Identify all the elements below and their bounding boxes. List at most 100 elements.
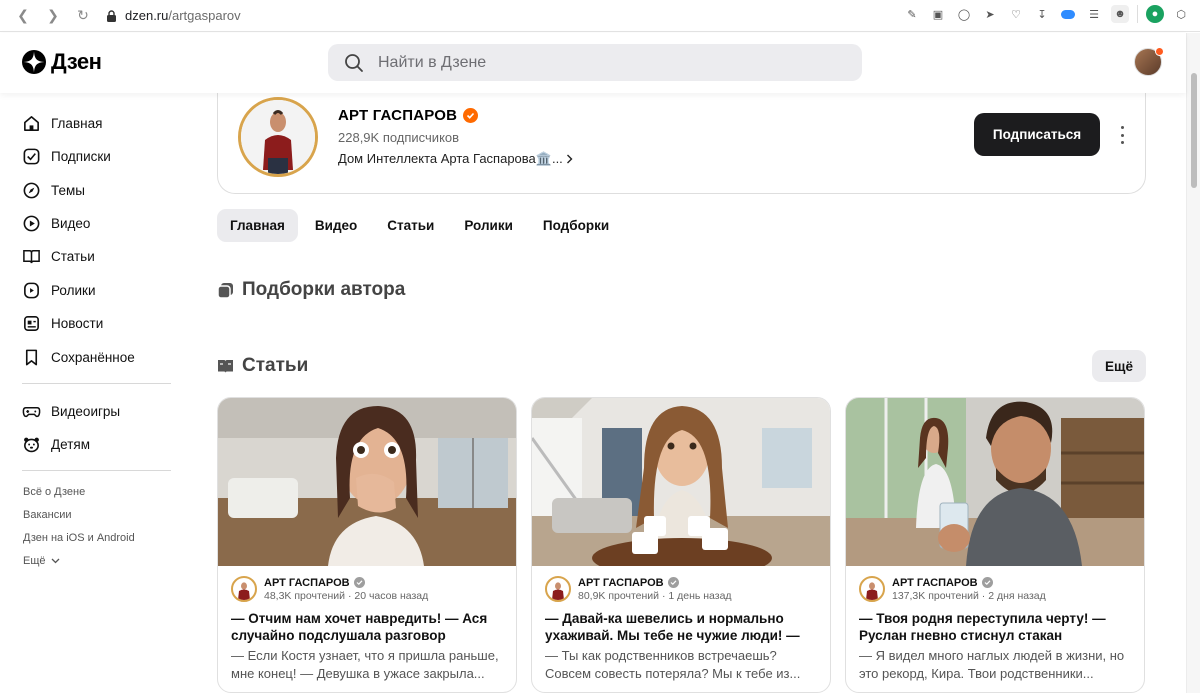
channel-description[interactable]: Дом Интеллекта Арта Гаспарова🏛️... xyxy=(338,151,573,167)
page-scrollbar[interactable] xyxy=(1186,33,1200,693)
article-meta: 137,3K прочтений · 2 дня назад xyxy=(892,589,1046,602)
article-author[interactable]: АРТ ГАСПАРОВ 137,3K прочтений · 2 дня на… xyxy=(859,576,1046,602)
sidebar-item-label: Видеоигры xyxy=(51,403,121,419)
forward-icon[interactable]: ❯ xyxy=(42,5,64,27)
edit-icon[interactable]: ✎ xyxy=(903,5,921,23)
sidebar-item-articles[interactable]: Статьи xyxy=(22,245,95,267)
settings-sliders-icon[interactable]: ☰ xyxy=(1085,5,1103,23)
shield-icon[interactable]: ◯ xyxy=(955,5,973,23)
subscribe-button[interactable]: Подписаться xyxy=(974,113,1100,156)
toolbar-divider xyxy=(1137,5,1138,23)
author-avatar xyxy=(545,576,571,602)
sidebar-item-saved[interactable]: Сохранённое xyxy=(22,346,135,368)
collections-title-text: Подборки автора xyxy=(242,279,406,300)
extension-icon[interactable]: ● xyxy=(1146,5,1164,23)
bookmark-icon xyxy=(25,349,38,365)
chevron-right-icon xyxy=(566,154,573,164)
author-name: АРТ ГАСПАРОВ xyxy=(578,576,664,589)
footer-link-about[interactable]: Всё о Дзене xyxy=(23,486,85,498)
channel-name-text: АРТ ГАСПАРОВ xyxy=(338,107,458,124)
sidebar-item-label: Темы xyxy=(51,182,85,198)
lock-icon xyxy=(107,9,116,22)
url-domain: dzen.ru xyxy=(125,8,169,23)
sidebar-item-label: Статьи xyxy=(51,248,95,264)
article-card[interactable]: АРТ ГАСПАРОВ 137,3K прочтений · 2 дня на… xyxy=(845,397,1145,693)
sidebar-divider xyxy=(22,383,171,384)
send-icon[interactable]: ➤ xyxy=(981,5,999,23)
profile-icon[interactable]: ☻ xyxy=(1111,5,1129,23)
sidebar-item-label: Новости xyxy=(51,315,104,331)
reload-icon[interactable]: ↻ xyxy=(72,5,94,27)
article-thumbnail xyxy=(846,398,1144,566)
article-thumbnail xyxy=(532,398,830,566)
search-icon xyxy=(345,53,363,72)
tab-articles[interactable]: Статьи xyxy=(374,209,447,242)
tab-main[interactable]: Главная xyxy=(217,209,298,242)
article-snippet: — Если Костя узнает, что я пришла раньше… xyxy=(231,648,499,681)
sidebar-item-label: Главная xyxy=(51,115,103,131)
home-icon xyxy=(24,115,39,131)
sidebar-item-label: Подписки xyxy=(51,148,111,164)
tab-video[interactable]: Видео xyxy=(302,209,370,242)
shorts-icon xyxy=(24,282,39,298)
footer-link-apps[interactable]: Дзен на iOS и Android xyxy=(23,532,135,544)
address-bar[interactable]: dzen.ru/artgasparov xyxy=(106,8,241,23)
sidebar-item-games[interactable]: Видеоигры xyxy=(22,400,120,422)
sidebar-item-home[interactable]: Главная xyxy=(22,112,102,134)
sidebar-item-kids[interactable]: Детям xyxy=(22,433,90,455)
bear-icon xyxy=(24,437,39,452)
site-header: Дзен xyxy=(0,33,1186,93)
url-path: /artgasparov xyxy=(168,8,241,23)
search-bar[interactable] xyxy=(328,44,862,81)
channel-tabs: Главная Видео Статьи Ролики Подборки xyxy=(217,209,622,242)
footer-link-jobs[interactable]: Вакансии xyxy=(23,509,72,521)
articles-title-text: Статьи xyxy=(242,355,309,376)
search-input[interactable] xyxy=(378,53,818,72)
channel-name[interactable]: АРТ ГАСПАРОВ xyxy=(338,107,479,124)
collections-icon xyxy=(217,282,233,299)
author-avatar xyxy=(859,576,885,602)
article-author[interactable]: АРТ ГАСПАРОВ 48,3K прочтений · 20 часов … xyxy=(231,576,428,602)
sidebar-item-video[interactable]: Видео xyxy=(22,212,90,234)
gamepad-icon xyxy=(22,406,41,417)
cube-icon[interactable]: ⬡ xyxy=(1172,5,1190,23)
sidebar-item-label: Ролики xyxy=(51,282,96,298)
article-title[interactable]: — Твоя родня переступила черту! — Руслан… xyxy=(859,610,1137,644)
article-author[interactable]: АРТ ГАСПАРОВ 80,9K прочтений · 1 день на… xyxy=(545,576,732,602)
sidebar-item-news[interactable]: Новости xyxy=(22,312,103,334)
download-icon[interactable]: ↧ xyxy=(1033,5,1051,23)
sidebar-item-label: Сохранённое xyxy=(51,349,135,365)
sidebar-item-label: Видео xyxy=(51,215,91,231)
article-thumbnail xyxy=(218,398,516,566)
sidebar-item-label: Детям xyxy=(51,436,90,452)
more-options-icon[interactable] xyxy=(1118,126,1126,144)
heart-icon[interactable]: ♡ xyxy=(1007,5,1025,23)
tab-shorts[interactable]: Ролики xyxy=(451,209,526,242)
author-avatar xyxy=(231,576,257,602)
sidebar-item-topics[interactable]: Темы xyxy=(22,179,85,201)
sidebar-item-shorts[interactable]: Ролики xyxy=(22,279,96,301)
user-avatar[interactable] xyxy=(1134,47,1164,76)
articles-section-title: Статьи xyxy=(217,355,308,377)
article-snippet: — Ты как родственников встречаешь? Совсе… xyxy=(545,648,801,681)
verified-icon xyxy=(353,577,365,588)
news-icon xyxy=(24,315,39,331)
verified-icon xyxy=(981,577,993,588)
toggle-icon[interactable] xyxy=(1059,5,1077,23)
article-card[interactable]: АРТ ГАСПАРОВ 48,3K прочтений · 20 часов … xyxy=(217,397,517,693)
channel-avatar[interactable] xyxy=(238,97,318,177)
camera-icon[interactable]: ▣ xyxy=(929,5,947,23)
sidebar-item-subscriptions[interactable]: Подписки xyxy=(22,145,111,167)
footer-more[interactable]: Ещё xyxy=(23,555,60,567)
article-title[interactable]: — Давай-ка шевелись и нормально ухаживай… xyxy=(545,610,823,644)
book-icon xyxy=(23,249,40,263)
tab-collections[interactable]: Подборки xyxy=(530,209,622,242)
book-icon xyxy=(218,359,233,373)
article-card[interactable]: АРТ ГАСПАРОВ 80,9K прочтений · 1 день на… xyxy=(531,397,831,693)
back-icon[interactable]: ❮ xyxy=(12,5,34,27)
dzen-logo[interactable]: Дзен xyxy=(22,49,102,75)
channel-avatar-image xyxy=(241,100,315,174)
article-title[interactable]: — Отчим нам хочет навредить! — Ася случа… xyxy=(231,610,509,644)
more-articles-button[interactable]: Ещё xyxy=(1092,350,1146,382)
scrollbar-thumb[interactable] xyxy=(1191,73,1197,188)
